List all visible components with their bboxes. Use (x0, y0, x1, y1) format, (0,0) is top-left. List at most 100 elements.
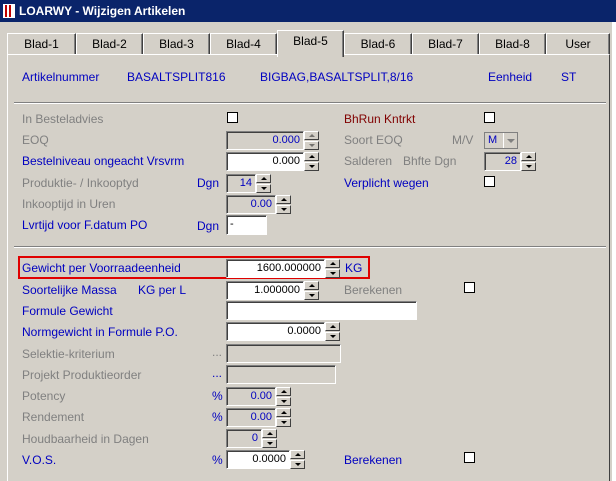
spin-up-icon[interactable] (521, 152, 536, 161)
spin-down-icon[interactable] (276, 397, 291, 406)
spin-up-icon[interactable] (276, 387, 291, 396)
vos-berekenen-checkbox[interactable] (464, 452, 475, 463)
salderen-label: Salderen (344, 154, 393, 168)
spin-up-icon[interactable] (304, 281, 319, 290)
berekenen-label: Berekenen (344, 283, 403, 297)
spin-down-icon[interactable] (304, 291, 319, 300)
tab-label: Blad-2 (92, 37, 127, 51)
tab-label: Blad-3 (159, 37, 194, 51)
spin-up-icon[interactable] (276, 408, 291, 417)
tab-blad-4[interactable]: Blad-4 (210, 33, 277, 55)
spin-up-icon[interactable] (290, 450, 305, 459)
bhrun-kntrkt-label: BhRun Kntrkt (344, 112, 416, 126)
bhfte-dgn-field[interactable]: 28 (484, 152, 521, 171)
tab-blad-7[interactable]: Blad-7 (412, 33, 479, 55)
bestelniveau-spinner[interactable] (304, 152, 319, 171)
normgewicht-spinner[interactable] (325, 322, 340, 341)
houdbaarheid-label: Houdbaarheid in Dagen (22, 432, 149, 446)
bhfte-dgn-label: Bhfte Dgn (403, 154, 457, 168)
spin-up-icon[interactable] (325, 322, 340, 331)
rendement-field[interactable]: 0.00 (226, 408, 276, 427)
tab-blad-8[interactable]: Blad-8 (479, 33, 546, 55)
inkooptijd-field[interactable]: 0.00 (226, 195, 276, 214)
vos-unit: % (212, 453, 223, 467)
selektie-label: Selektie-kriterium (22, 347, 115, 361)
verplicht-wegen-checkbox[interactable] (484, 176, 495, 187)
eoq-label: EOQ (22, 133, 49, 147)
selektie-dots[interactable]: ... (212, 345, 222, 359)
window-title: LOARWY - Wijzigen Artikelen (19, 4, 186, 18)
soortelijke-massa-field[interactable]: 1.000000 (226, 281, 304, 300)
gewicht-field[interactable]: 1600.000000 (226, 259, 325, 278)
spin-down-icon[interactable] (276, 205, 291, 214)
tab-blad-2[interactable]: Blad-2 (76, 33, 143, 55)
soortelijke-massa-spinner[interactable] (304, 281, 319, 300)
projekt-dots[interactable]: ... (212, 366, 222, 380)
soortelijke-massa-unit: KG per L (138, 283, 187, 297)
berekenen-checkbox[interactable] (464, 282, 475, 293)
formule-gewicht-field[interactable] (226, 301, 417, 320)
projekt-field[interactable] (226, 365, 336, 384)
potency-spinner[interactable] (276, 387, 291, 406)
window-edge (612, 22, 616, 481)
bestelniveau-field[interactable]: 0.000 (226, 152, 304, 171)
spin-down-icon[interactable] (256, 184, 271, 193)
spin-down-icon[interactable] (304, 162, 319, 171)
projekt-label: Projekt Produktieorder (22, 368, 142, 382)
spin-up-icon[interactable] (325, 259, 340, 268)
eoq-field[interactable]: 0.000 (226, 131, 304, 150)
potency-field[interactable]: 0.00 (226, 387, 276, 406)
produktie-field[interactable]: 14 (226, 174, 256, 193)
rendement-unit: % (212, 410, 223, 424)
inkooptijd-spinner[interactable] (276, 195, 291, 214)
spin-up-icon[interactable] (276, 195, 291, 204)
spin-down-icon[interactable] (290, 460, 305, 469)
selektie-field[interactable] (226, 344, 341, 363)
spin-down-icon[interactable] (276, 418, 291, 427)
tab-user[interactable]: User (546, 33, 610, 55)
spin-up-icon[interactable] (304, 131, 319, 140)
spin-up-icon[interactable] (304, 152, 319, 161)
formule-gewicht-label: Formule Gewicht (22, 304, 113, 318)
spin-up-icon[interactable] (262, 429, 277, 438)
vos-field[interactable]: 0.0000 (226, 450, 290, 469)
tab-blad-3[interactable]: Blad-3 (143, 33, 210, 55)
tab-blad-1[interactable]: Blad-1 (7, 33, 76, 55)
tab-label: User (565, 37, 591, 51)
houdbaarheid-spinner[interactable] (262, 429, 277, 448)
separator (14, 246, 606, 248)
spin-down-icon[interactable] (304, 141, 319, 150)
tab-blad-6[interactable]: Blad-6 (344, 33, 412, 55)
vos-spinner[interactable] (290, 450, 305, 469)
in-besteladvies-checkbox[interactable] (227, 112, 238, 123)
bestelniveau-label: Bestelniveau ongeacht Vrsvrm (22, 154, 185, 168)
rendement-spinner[interactable] (276, 408, 291, 427)
spin-up-icon[interactable] (256, 174, 271, 183)
produktie-spinner[interactable] (256, 174, 271, 193)
spin-down-icon[interactable] (262, 439, 277, 448)
tab-blad-5[interactable]: Blad-5 (277, 30, 344, 57)
spin-down-icon[interactable] (325, 269, 340, 278)
spin-down-icon[interactable] (325, 332, 340, 341)
bhfte-dgn-spinner[interactable] (521, 152, 536, 171)
artikelnummer-value: BASALTSPLIT816 (127, 70, 226, 84)
eoq-spinner[interactable] (304, 131, 319, 150)
in-besteladvies-label: In Besteladvies (22, 112, 104, 126)
lvrtijd-field[interactable]: - (226, 215, 267, 235)
tab-label: Blad-7 (428, 37, 463, 51)
app-icon (3, 4, 15, 18)
tab-label: Blad-4 (226, 37, 261, 51)
potency-unit: % (212, 389, 223, 403)
separator (14, 102, 606, 104)
gewicht-spinner[interactable] (325, 259, 340, 278)
houdbaarheid-field[interactable]: 0 (226, 429, 262, 448)
soort-eoq-label: Soort EOQ (344, 133, 403, 147)
chevron-down-icon[interactable] (503, 133, 517, 148)
spin-down-icon[interactable] (521, 162, 536, 171)
vos-berekenen-label: Berekenen (344, 453, 403, 467)
bhrun-kntrkt-checkbox[interactable] (484, 112, 495, 123)
mv-select[interactable]: M (484, 132, 518, 149)
inkooptijd-label: Inkooptijd in Uren (22, 197, 116, 211)
title-bar: LOARWY - Wijzigen Artikelen (0, 0, 616, 22)
normgewicht-field[interactable]: 0.0000 (226, 322, 325, 341)
